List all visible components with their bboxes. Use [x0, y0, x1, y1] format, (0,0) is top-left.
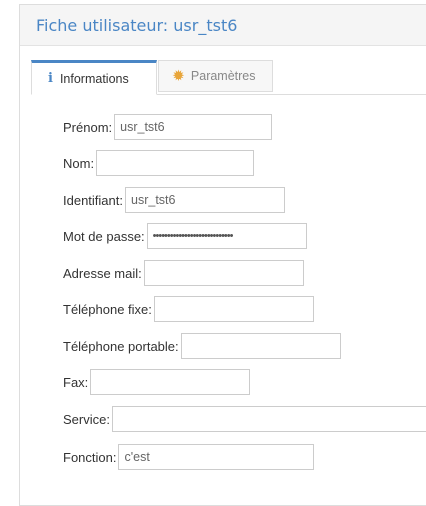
- fax-row: Fax:: [63, 369, 251, 395]
- service-row: Service:: [63, 406, 426, 432]
- gear-icon: ✹: [173, 68, 184, 83]
- panel-header: Fiche utilisateur: usr_tst6: [20, 5, 426, 46]
- telephone-portable-field[interactable]: [180, 333, 341, 359]
- telephone-fixe-field[interactable]: [153, 296, 314, 322]
- tab-informations-label: Informations: [59, 71, 129, 86]
- tab-informations[interactable]: i Informations: [31, 60, 157, 95]
- tab-bar: i Informations ✹ Paramètres: [31, 60, 426, 95]
- mot-de-passe-label: Mot de passe:: [63, 228, 145, 244]
- telephone-fixe-label: Téléphone fixe:: [63, 301, 152, 317]
- service-field[interactable]: [111, 406, 426, 432]
- tab-parametres[interactable]: ✹ Paramètres: [158, 60, 273, 92]
- telephone-portable-label: Téléphone portable:: [63, 338, 179, 354]
- page-title: Fiche utilisateur: usr_tst6: [36, 15, 238, 35]
- tab-parametres-label: Paramètres: [190, 69, 256, 83]
- identifiant-row: Identifiant:: [63, 187, 285, 213]
- mot-de-passe-row: Mot de passe:: [63, 223, 307, 249]
- service-label: Service:: [63, 411, 110, 427]
- email-field[interactable]: [143, 260, 304, 286]
- fax-label: Fax:: [63, 374, 89, 390]
- prenom-label: Prénom:: [63, 119, 113, 135]
- fonction-row: Fonction:: [63, 444, 315, 470]
- fonction-label: Fonction:: [63, 449, 117, 465]
- fonction-field[interactable]: [118, 444, 315, 470]
- nom-label: Nom:: [63, 155, 95, 171]
- telephone-portable-row: Téléphone portable:: [63, 333, 341, 359]
- fax-field[interactable]: [90, 369, 251, 395]
- info-icon: i: [48, 71, 53, 86]
- prenom-field[interactable]: [114, 114, 273, 140]
- nom-row: Nom:: [63, 150, 255, 176]
- identifiant-label: Identifiant:: [63, 192, 123, 208]
- telephone-fixe-row: Téléphone fixe:: [63, 296, 314, 322]
- adresse-mail-row: Adresse mail:: [63, 260, 304, 286]
- password-field[interactable]: [146, 223, 307, 249]
- identifiant-field[interactable]: [125, 187, 285, 213]
- nom-field[interactable]: [96, 150, 255, 176]
- prenom-row: Prénom:: [63, 114, 273, 140]
- adresse-mail-label: Adresse mail:: [63, 265, 142, 281]
